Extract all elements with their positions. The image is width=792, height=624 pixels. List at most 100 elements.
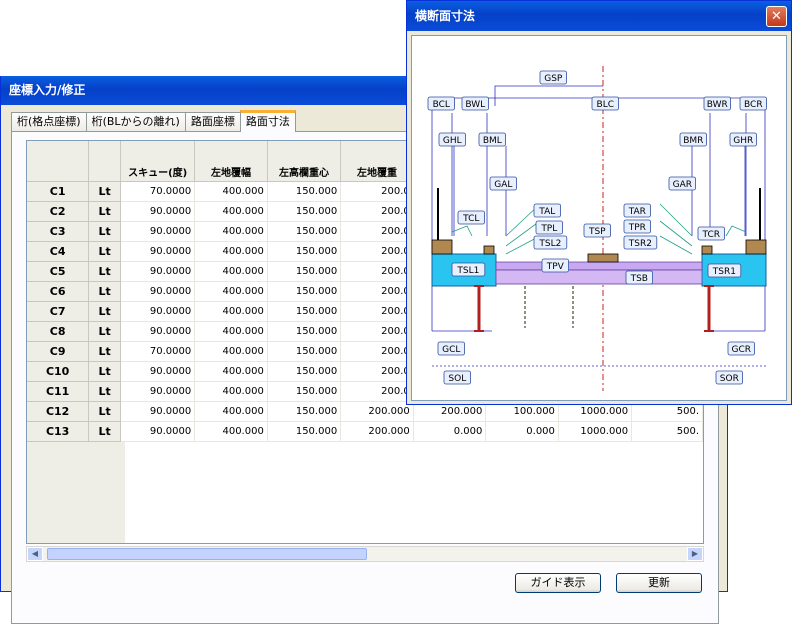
col-header-skew[interactable]: スキュー(度) (120, 141, 196, 182)
row-side[interactable]: Lt (88, 381, 122, 402)
grid-cell[interactable]: 150.000 (267, 181, 342, 202)
row-id[interactable]: C6 (27, 281, 90, 302)
row-side[interactable]: Lt (88, 181, 122, 202)
grid-cell[interactable]: 0.000 (413, 421, 487, 442)
row-side[interactable]: Lt (88, 301, 122, 322)
grid-cell[interactable]: 150.000 (267, 241, 342, 262)
tab-road-coords[interactable]: 路面座標 (184, 112, 241, 132)
grid-cell[interactable]: 400.000 (194, 241, 268, 262)
grid-cell[interactable]: 90.0000 (120, 321, 196, 342)
grid-cell[interactable]: 400.000 (194, 341, 268, 362)
grid-cell[interactable]: 200.0 (340, 361, 414, 382)
grid-cell[interactable]: 200.000 (340, 401, 414, 422)
col-header-left-curb-weight[interactable]: 左地覆重 (340, 141, 414, 182)
row-id[interactable]: C11 (27, 381, 90, 402)
guide-button[interactable]: ガイド表示 (515, 573, 601, 593)
grid-cell[interactable]: 200.0 (340, 341, 414, 362)
grid-cell[interactable]: 70.0000 (120, 181, 196, 202)
grid-cell[interactable]: 200.0 (340, 201, 414, 222)
col-header-left-rail-centroid[interactable]: 左高欄重心 (267, 141, 342, 182)
grid-cell[interactable]: 90.0000 (120, 241, 196, 262)
dim-gsp (494, 85, 603, 106)
grid-cell[interactable]: 200.0 (340, 381, 414, 402)
row-side[interactable]: Lt (88, 421, 122, 442)
row-side[interactable]: Lt (88, 221, 122, 242)
grid-cell[interactable]: 400.000 (194, 301, 268, 322)
grid-cell[interactable]: 150.000 (267, 201, 342, 222)
grid-cell[interactable]: 90.0000 (120, 281, 196, 302)
grid-cell[interactable]: 150.000 (267, 401, 342, 422)
grid-cell[interactable]: 0.000 (485, 421, 559, 442)
row-side[interactable]: Lt (88, 341, 122, 362)
grid-cell[interactable]: 90.0000 (120, 201, 196, 222)
row-side[interactable]: Lt (88, 321, 122, 342)
row-side[interactable]: Lt (88, 241, 122, 262)
grid-cell[interactable]: 400.000 (194, 401, 268, 422)
grid-cell[interactable]: 150.000 (267, 261, 342, 282)
grid-cell[interactable]: 400.000 (194, 281, 268, 302)
horizontal-scrollbar[interactable]: ◀ ▶ (26, 546, 704, 562)
row-id[interactable]: C4 (27, 241, 90, 262)
row-id[interactable]: C7 (27, 301, 90, 322)
grid-cell[interactable]: 150.000 (267, 421, 342, 442)
row-side[interactable]: Lt (88, 201, 122, 222)
grid-cell[interactable]: 200.000 (340, 421, 414, 442)
col-header-left-curb-width[interactable]: 左地覆幅 (194, 141, 268, 182)
grid-cell[interactable]: 1000.000 (558, 421, 633, 442)
row-id[interactable]: C1 (27, 181, 90, 202)
grid-cell[interactable]: 500. (631, 421, 703, 442)
row-id[interactable]: C12 (27, 401, 90, 422)
grid-cell[interactable]: 400.000 (194, 361, 268, 382)
grid-cell[interactable]: 400.000 (194, 381, 268, 402)
row-id[interactable]: C10 (27, 361, 90, 382)
row-id[interactable]: C2 (27, 201, 90, 222)
grid-cell[interactable]: 90.0000 (120, 301, 196, 322)
grid-cell[interactable]: 150.000 (267, 361, 342, 382)
row-id[interactable]: C9 (27, 341, 90, 362)
grid-cell[interactable]: 400.000 (194, 221, 268, 242)
grid-cell[interactable]: 150.000 (267, 281, 342, 302)
close-icon[interactable]: ✕ (766, 6, 787, 27)
grid-cell[interactable]: 200.0 (340, 321, 414, 342)
scroll-thumb[interactable] (47, 548, 367, 560)
scroll-left-icon[interactable]: ◀ (27, 547, 43, 561)
grid-cell[interactable]: 200.0 (340, 281, 414, 302)
label-text-tsr2: TSR2 (628, 239, 652, 249)
row-side[interactable]: Lt (88, 361, 122, 382)
grid-cell[interactable]: 150.000 (267, 381, 342, 402)
grid-cell[interactable]: 400.000 (194, 321, 268, 342)
tab-girder-bl-offset[interactable]: 桁(BLからの離れ) (85, 112, 186, 132)
row-id[interactable]: C8 (27, 321, 90, 342)
grid-cell[interactable]: 200.0 (340, 181, 414, 202)
label-bml: BML (478, 132, 507, 147)
row-side[interactable]: Lt (88, 401, 122, 422)
grid-cell[interactable]: 150.000 (267, 341, 342, 362)
grid-cell[interactable]: 90.0000 (120, 361, 196, 382)
grid-cell[interactable]: 150.000 (267, 301, 342, 322)
tab-road-dimensions[interactable]: 路面寸法 (239, 110, 296, 132)
row-id[interactable]: C3 (27, 221, 90, 242)
grid-cell[interactable]: 200.0 (340, 221, 414, 242)
grid-cell[interactable]: 90.0000 (120, 421, 196, 442)
grid-cell[interactable]: 400.000 (194, 261, 268, 282)
grid-cell[interactable]: 400.000 (194, 201, 268, 222)
grid-cell[interactable]: 150.000 (267, 321, 342, 342)
grid-cell[interactable]: 90.0000 (120, 401, 196, 422)
row-side[interactable]: Lt (88, 281, 122, 302)
scroll-right-icon[interactable]: ▶ (687, 547, 703, 561)
grid-cell[interactable]: 200.0 (340, 241, 414, 262)
tab-girder-grid[interactable]: 桁(格点座標) (11, 112, 87, 132)
row-id[interactable]: C13 (27, 421, 90, 442)
row-id[interactable]: C5 (27, 261, 90, 282)
grid-cell[interactable]: 200.0 (340, 261, 414, 282)
grid-cell[interactable]: 200.0 (340, 301, 414, 322)
row-side[interactable]: Lt (88, 261, 122, 282)
grid-cell[interactable]: 90.0000 (120, 221, 196, 242)
grid-cell[interactable]: 150.000 (267, 221, 342, 242)
grid-cell[interactable]: 400.000 (194, 181, 268, 202)
grid-cell[interactable]: 90.0000 (120, 261, 196, 282)
grid-cell[interactable]: 400.000 (194, 421, 268, 442)
grid-cell[interactable]: 90.0000 (120, 381, 196, 402)
grid-cell[interactable]: 70.0000 (120, 341, 196, 362)
update-button[interactable]: 更新 (616, 573, 702, 593)
